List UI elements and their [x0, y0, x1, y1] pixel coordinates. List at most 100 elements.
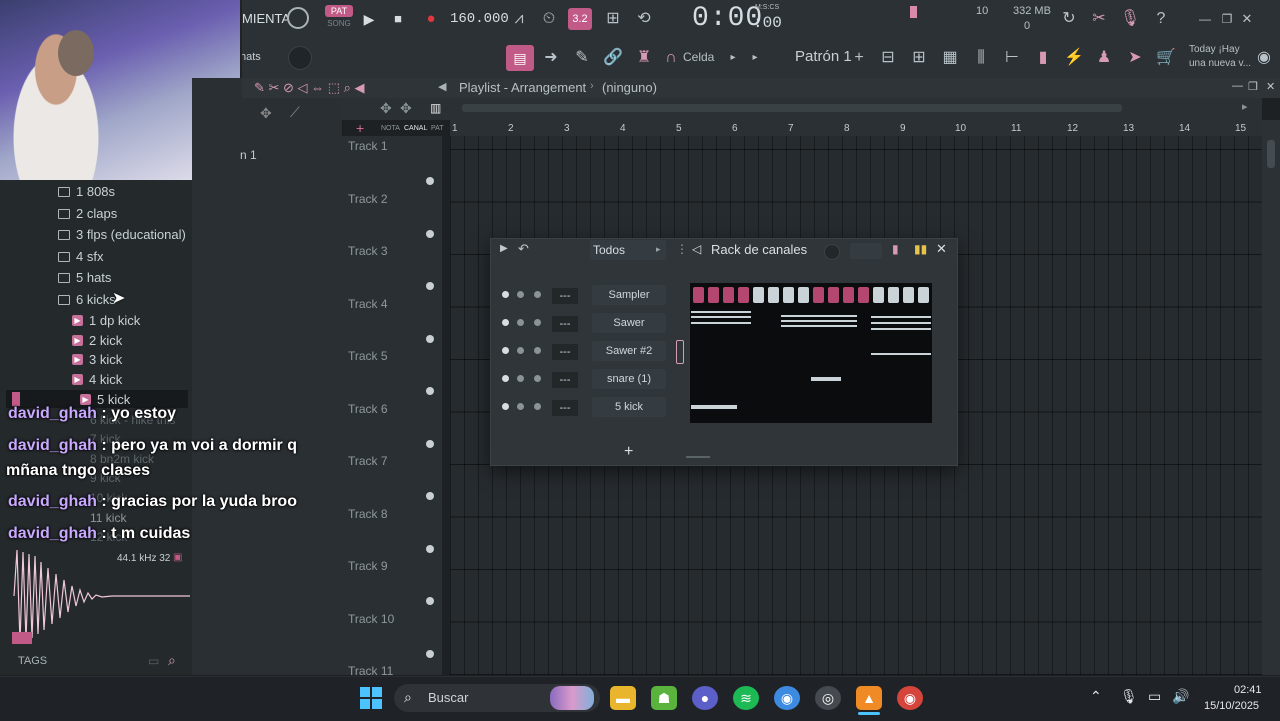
tray-expand-icon[interactable]: ⌃	[1090, 688, 1102, 705]
tray-volume-icon[interactable]: 🔊	[1172, 688, 1189, 705]
rack-speaker-icon[interactable]: ◁	[692, 242, 701, 256]
add-track-icon[interactable]: +	[356, 120, 364, 136]
file-icon[interactable]: ▮	[1032, 47, 1054, 69]
play-icon[interactable]: ▶	[358, 8, 380, 30]
step-button[interactable]	[903, 287, 914, 303]
track-name[interactable]: Track 3	[348, 244, 388, 258]
pattern-label[interactable]: Patrón 1	[795, 48, 852, 65]
rack-close-icon[interactable]: ✕	[936, 241, 947, 257]
metronome-icon[interactable]: ⩘	[508, 8, 530, 30]
channel-volume-knob[interactable]	[517, 403, 524, 410]
file-item[interactable]: ▶ 4 kick	[72, 372, 122, 387]
snap-dropdown-icon[interactable]: ▸	[722, 47, 744, 69]
channel-select-indicator[interactable]	[676, 340, 684, 364]
mixer-icon[interactable]: ⊟	[877, 47, 899, 69]
tab-canal[interactable]: CANAL	[404, 125, 427, 132]
channel-volume-knob[interactable]	[517, 375, 524, 382]
link-icon[interactable]: 🔗	[602, 47, 624, 69]
track-name[interactable]: Track 9	[348, 559, 388, 573]
track-mute-button[interactable]	[426, 282, 434, 290]
add-pattern-icon[interactable]: +	[848, 47, 870, 69]
rack-display-box[interactable]	[850, 243, 882, 259]
channel-name-button[interactable]: Sawer	[592, 313, 666, 333]
fl-studio-icon[interactable]: ▲	[856, 686, 882, 710]
file-item[interactable]: 11 kick	[90, 511, 126, 525]
rack-steps-icon[interactable]: ▮▮	[914, 242, 927, 256]
minimize-window-icon[interactable]: —	[1194, 8, 1216, 30]
arrow-right-icon[interactable]: ➜	[540, 47, 562, 69]
stop-icon[interactable]: ■	[387, 8, 409, 30]
slice-icon[interactable]: ✥	[400, 100, 412, 117]
step-button[interactable]	[798, 287, 809, 303]
scroll-right-icon[interactable]: ▸	[1242, 100, 1248, 113]
playlist-arrow-icon[interactable]: ◀	[438, 80, 446, 93]
restore-window-icon[interactable]: ❐	[1216, 8, 1238, 30]
file-item[interactable]: ▶ 2 kick	[72, 333, 122, 348]
playlist-close-icon[interactable]: ✕	[1266, 80, 1275, 93]
folder-tag-icon[interactable]: ▭	[148, 654, 159, 668]
tab-pat[interactable]: PAT	[431, 125, 444, 132]
note-bar[interactable]	[811, 377, 841, 381]
channel-mixer-track[interactable]: ---	[552, 344, 578, 360]
refresh-icon[interactable]: ↻	[1058, 8, 1080, 30]
rack-graph-icon[interactable]: ▮	[892, 242, 899, 256]
search-icon[interactable]: ⌕	[168, 652, 176, 669]
note-bar[interactable]	[781, 325, 857, 327]
channel-mixer-track[interactable]: ---	[552, 372, 578, 388]
paint-tools-icon[interactable]: ✎ ✂ ⊘ ◁ ⇔ ⬚ ⌕ ◀	[254, 80, 365, 96]
channel-volume-knob[interactable]	[517, 319, 524, 326]
pencil-icon[interactable]: ✎	[571, 47, 593, 69]
microphone-icon[interactable]: 🎙	[1119, 8, 1141, 30]
pat-song-toggle[interactable]: PAT SONG	[325, 5, 353, 33]
track-mute-button[interactable]	[426, 177, 434, 185]
track-mute-button[interactable]	[426, 230, 434, 238]
start-button[interactable]	[360, 687, 382, 709]
rack-options-icon[interactable]: ⋮	[676, 242, 688, 256]
step-button[interactable]	[843, 287, 854, 303]
track-mute-button[interactable]	[426, 597, 434, 605]
channel-mixer-track[interactable]: ---	[552, 400, 578, 416]
messenger-icon[interactable]: ●	[692, 686, 718, 710]
step-button[interactable]	[723, 287, 734, 303]
note-bar[interactable]	[691, 322, 751, 324]
step-button[interactable]	[708, 287, 719, 303]
globe-icon[interactable]: ◉	[1253, 47, 1275, 69]
plugin-icon[interactable]: ⚡	[1063, 47, 1085, 69]
note-bar[interactable]	[781, 315, 857, 317]
browser-move-icon[interactable]: ✥	[260, 105, 272, 122]
master-volume-knob[interactable]	[287, 7, 309, 29]
move-icon[interactable]: ✥	[380, 100, 392, 117]
chrome-profile-icon[interactable]: ◉	[897, 686, 923, 710]
track-name[interactable]: Track 10	[348, 612, 394, 626]
track-name[interactable]: Track 7	[348, 454, 388, 468]
plugin-tree-icon[interactable]: ⊢	[1001, 47, 1023, 69]
channel-volume-knob[interactable]	[517, 347, 524, 354]
person-icon[interactable]: ♟	[1093, 47, 1115, 69]
rack-menu-arrow-icon[interactable]: ▶	[500, 243, 508, 254]
rack-undo-icon[interactable]: ↶	[518, 241, 529, 257]
browser-slice-icon[interactable]: ⟋	[290, 104, 300, 121]
taskbar-clock-date[interactable]: 15/10/2025	[1204, 700, 1259, 712]
track-name[interactable]: Track 8	[348, 507, 388, 521]
picker-icon[interactable]: ▥	[430, 101, 441, 115]
track-mute-button[interactable]	[426, 387, 434, 395]
note-bar[interactable]	[871, 316, 931, 318]
pattern-prev-icon[interactable]: ▸	[744, 47, 766, 69]
channel-name-button[interactable]: 5 kick	[592, 397, 666, 417]
track-name[interactable]: Track 6	[348, 402, 388, 416]
vertical-scrollbar[interactable]	[1262, 120, 1280, 675]
folder-claps[interactable]: 2 claps	[58, 206, 117, 221]
step-edit-icon[interactable]: ⊞	[602, 8, 624, 30]
playlist-ruler[interactable]	[450, 120, 1262, 136]
cart-icon[interactable]: 🛒	[1155, 47, 1177, 69]
help-icon[interactable]: ?	[1150, 8, 1172, 30]
tempo-display[interactable]: 160.000	[450, 11, 509, 27]
obs-icon[interactable]: ◎	[815, 686, 841, 710]
note-bar[interactable]	[781, 320, 857, 322]
tray-network-icon[interactable]: ▭	[1148, 688, 1161, 705]
add-channel-button[interactable]: +	[624, 443, 633, 461]
note-bar[interactable]	[691, 316, 751, 318]
step-button[interactable]	[693, 287, 704, 303]
track-name[interactable]: Track 4	[348, 297, 388, 311]
folder-flps[interactable]: 3 flps (educational)	[58, 227, 186, 242]
